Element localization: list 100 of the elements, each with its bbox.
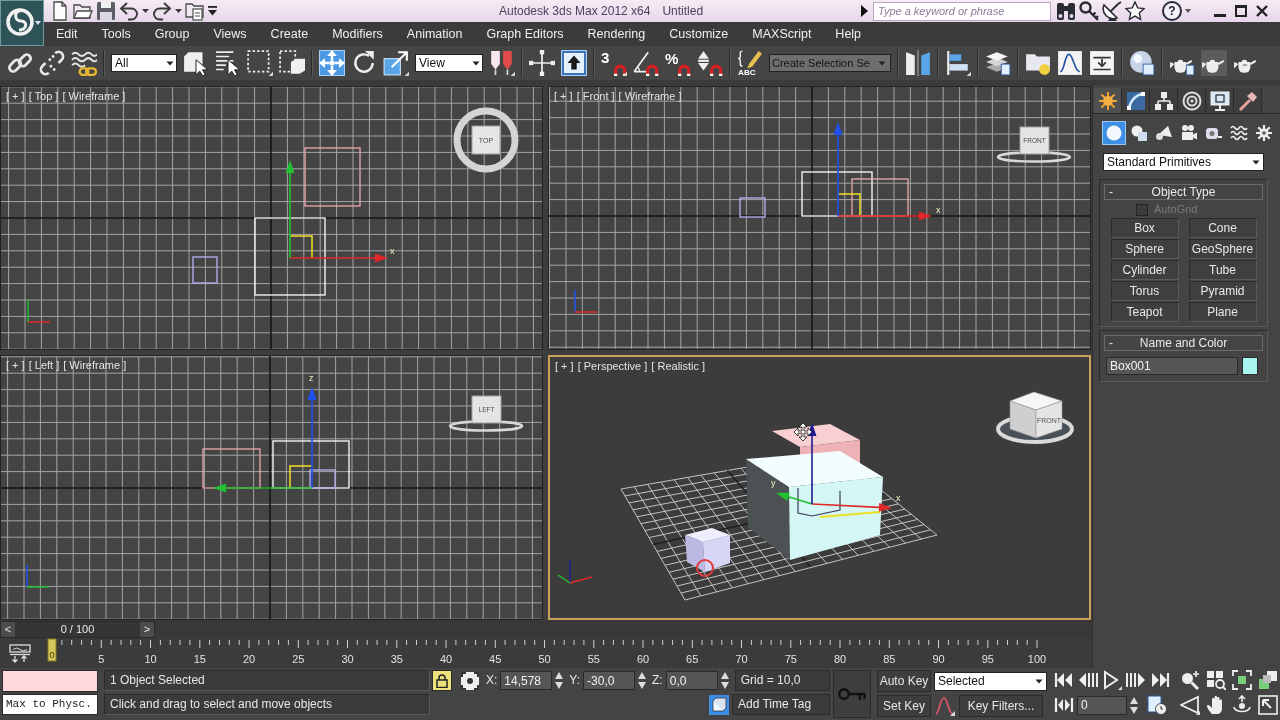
- menu-item[interactable]: Modifiers: [320, 22, 395, 46]
- clock-document-icon[interactable]: [1147, 695, 1167, 715]
- viewport-label[interactable]: [ Left ]: [28, 359, 60, 373]
- mirror-icon[interactable]: [905, 50, 931, 76]
- move-gizmo[interactable]: [213, 387, 317, 493]
- align-icon[interactable]: [945, 50, 971, 76]
- viewport-label[interactable]: [ + ]: [555, 360, 574, 374]
- viewport-label[interactable]: [ Front ]: [576, 90, 615, 104]
- menu-item[interactable]: Tools: [89, 22, 143, 46]
- coordinate-system-dropdown[interactable]: View: [415, 54, 483, 72]
- save-icon[interactable]: [96, 1, 116, 21]
- curve-graph-icon[interactable]: [1057, 50, 1083, 76]
- next-frame-button[interactable]: >: [140, 621, 154, 637]
- selection-set-field[interactable]: Create Selection Se: [769, 54, 891, 72]
- spinner-icon[interactable]: [1130, 695, 1138, 715]
- layers-icon[interactable]: [985, 50, 1011, 76]
- move-gizmo[interactable]: [833, 122, 932, 221]
- spinner-icon[interactable]: [638, 671, 647, 690]
- redo-icon[interactable]: [152, 1, 172, 21]
- listener-field[interactable]: [2, 670, 98, 692]
- viewport-label[interactable]: [ Wireframe ]: [62, 90, 126, 104]
- target-square-icon[interactable]: [460, 670, 480, 691]
- menu-item[interactable]: Customize: [657, 22, 741, 46]
- primitive-button[interactable]: Tube: [1188, 260, 1257, 281]
- teapot-frame-icon[interactable]: [1201, 50, 1227, 76]
- viewport-label[interactable]: [ + ]: [6, 359, 25, 373]
- arrow-panel-icon[interactable]: [1089, 50, 1115, 76]
- viewport-label[interactable]: [ Wireframe ]: [618, 90, 682, 104]
- app-logo-icon[interactable]: [0, 0, 44, 46]
- spinner-icon[interactable]: [555, 671, 564, 690]
- bars-arrows-icon[interactable]: [1054, 695, 1074, 715]
- menu-item[interactable]: Views: [201, 22, 259, 46]
- display-tab[interactable]: [1206, 88, 1234, 113]
- zoom-icon[interactable]: [1180, 670, 1200, 690]
- new-file-icon[interactable]: [50, 1, 70, 21]
- menu-item[interactable]: Group: [142, 22, 202, 46]
- create-tab[interactable]: [1094, 88, 1122, 113]
- curve-icon[interactable]: [935, 696, 955, 716]
- help-button[interactable]: ?: [1162, 1, 1182, 21]
- primitive-button[interactable]: Box: [1110, 218, 1179, 239]
- time-tag-button[interactable]: Add Time Tag: [732, 694, 830, 715]
- object-name-field[interactable]: Box001: [1106, 357, 1238, 376]
- category-dropdown[interactable]: Standard Primitives: [1103, 153, 1264, 171]
- orbit-icon[interactable]: [1232, 695, 1252, 715]
- primitive-button[interactable]: Cone: [1188, 218, 1257, 239]
- primitive-button[interactable]: Pyramid: [1188, 281, 1257, 302]
- viewport-label[interactable]: [ Wireframe ]: [63, 359, 127, 373]
- caret-icon[interactable]: [1252, 159, 1260, 165]
- viewport-label[interactable]: [ Perspective ]: [577, 360, 648, 374]
- time-slider-track[interactable]: < 0 / 100 >: [0, 620, 1092, 638]
- primitive-button[interactable]: Sphere: [1110, 239, 1179, 260]
- set-key-button[interactable]: Set Key: [877, 695, 931, 717]
- motion-tab[interactable]: [1178, 88, 1206, 113]
- listener-input[interactable]: Max to Physc.: [2, 694, 98, 715]
- menu-item[interactable]: Rendering: [575, 22, 658, 46]
- triangle-outline-icon[interactable]: [1180, 695, 1200, 715]
- hierarchy-tab[interactable]: [1150, 88, 1178, 113]
- material-sphere-icon[interactable]: [1129, 50, 1155, 76]
- caret-icon[interactable]: [166, 60, 174, 66]
- dashed-rectangle-icon[interactable]: [247, 50, 273, 76]
- time-marker[interactable]: 0: [47, 638, 57, 662]
- triangle-icon[interactable]: [861, 5, 868, 17]
- folder-document-icon[interactable]: [185, 1, 205, 21]
- primitive-button[interactable]: Torus: [1110, 281, 1179, 302]
- dashed-box-icon[interactable]: [279, 50, 305, 76]
- move-gizmo[interactable]: [776, 423, 892, 518]
- selection-filter-dropdown[interactable]: All: [111, 54, 177, 72]
- go-to-end-icon[interactable]: [1150, 670, 1170, 690]
- go-to-start-icon[interactable]: [1054, 670, 1074, 690]
- undo-icon[interactable]: [119, 1, 139, 21]
- rotate-icon[interactable]: [351, 50, 377, 76]
- primitive-button[interactable]: Plane: [1188, 302, 1257, 323]
- viewport-label[interactable]: [ + ]: [6, 90, 25, 104]
- selection-lock-toggle[interactable]: [432, 670, 452, 691]
- crosshair-icon[interactable]: [529, 50, 555, 76]
- primitive-button[interactable]: Cylinder: [1110, 260, 1179, 281]
- pins-icon[interactable]: [489, 50, 515, 76]
- stacked-squares-icon[interactable]: [1258, 670, 1278, 690]
- menu-item[interactable]: Create: [258, 22, 321, 46]
- menu-item[interactable]: MAXScript: [740, 22, 824, 46]
- rollout-header[interactable]: - Object Type: [1104, 184, 1263, 200]
- rollout-header[interactable]: - Name and Color: [1104, 335, 1263, 352]
- maximize-viewport-icon[interactable]: [1258, 695, 1278, 715]
- maximize-icon[interactable]: [1235, 5, 1247, 17]
- viewport-label[interactable]: [ + ]: [554, 90, 573, 104]
- open-folder-icon[interactable]: [73, 1, 93, 21]
- menu-item[interactable]: Edit: [44, 22, 90, 46]
- scale-icon[interactable]: [383, 50, 409, 76]
- play-icon[interactable]: [1102, 670, 1122, 690]
- time-slider-thumb[interactable]: < 0 / 100 >: [0, 620, 155, 638]
- key-icon[interactable]: [1079, 1, 1099, 21]
- coordinate-field[interactable]: 0,0: [665, 671, 718, 690]
- modify-tab[interactable]: [1122, 88, 1150, 113]
- list-cursor-icon[interactable]: [215, 50, 241, 76]
- utilities-tab[interactable]: [1234, 88, 1262, 113]
- spinner-icon[interactable]: [720, 671, 729, 690]
- move-icon[interactable]: [319, 50, 345, 76]
- curve-arrows-icon[interactable]: [9, 644, 31, 663]
- arrows-magnet-icon[interactable]: [697, 50, 723, 76]
- menu-item[interactable]: Help: [823, 22, 874, 46]
